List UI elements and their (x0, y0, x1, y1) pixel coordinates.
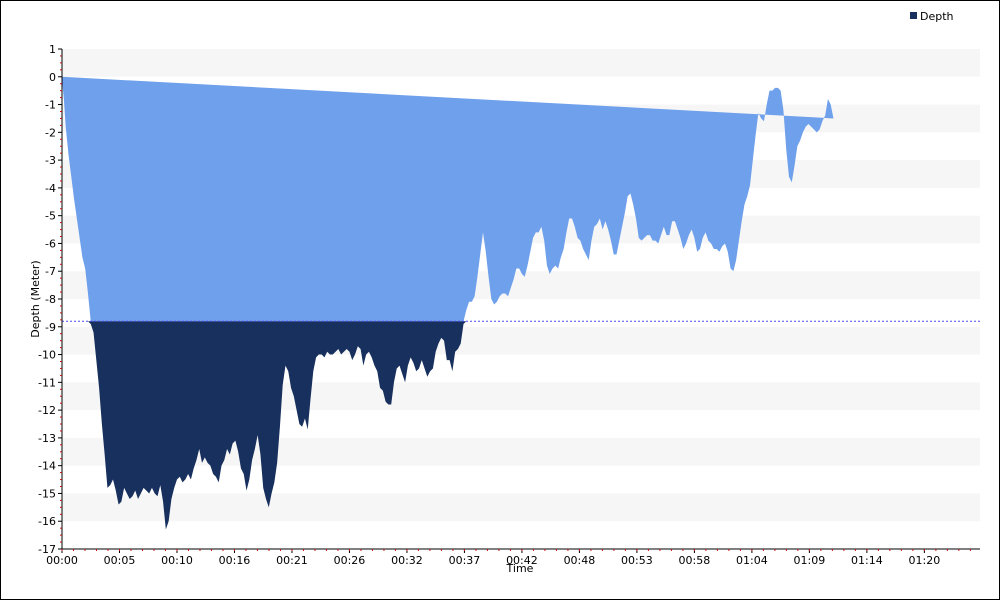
legend-swatch (910, 12, 917, 19)
y-tick-label: -15 (38, 487, 56, 500)
y-tick-label: -7 (45, 265, 56, 278)
y-tick-label: -12 (38, 404, 56, 417)
x-tick-label: 01:04 (736, 554, 768, 567)
grid-band (62, 493, 980, 522)
x-tick-label: 00:00 (46, 554, 78, 567)
y-tick-label: 1 (49, 43, 56, 56)
chart-frame: 1 0 -1 -2 -3 -4 -5 -6 -7 -8 -9 -10 -11 -12 -13 -14 -15 -1… (0, 0, 1000, 600)
y-tick-label: -10 (38, 349, 56, 362)
x-tick-label: 00:37 (449, 554, 481, 567)
x-tick-label: 00:48 (564, 554, 596, 567)
x-axis-title: Time (506, 562, 534, 575)
y-tick-label: -5 (45, 210, 56, 223)
x-tick-label: 00:05 (104, 554, 136, 567)
y-tick-label: -9 (45, 321, 56, 334)
x-tick-label: 00:10 (161, 554, 193, 567)
x-tick-label: 00:53 (621, 554, 653, 567)
y-tick-label: -3 (45, 154, 56, 167)
y-tick-label: -2 (45, 126, 56, 139)
y-tick-label: -1 (45, 99, 56, 112)
y-tick-label: -14 (38, 460, 56, 473)
legend: Depth (910, 10, 954, 23)
y-tick-label: 0 (49, 71, 56, 84)
y-tick-label: -6 (45, 237, 56, 250)
x-tick-label: 00:21 (276, 554, 308, 567)
x-tick-label: 00:32 (391, 554, 423, 567)
y-tick-label: -4 (45, 182, 56, 195)
y-tick-label: -16 (38, 515, 56, 528)
legend-label: Depth (920, 10, 954, 23)
x-tick-label: 01:14 (851, 554, 883, 567)
y-axis-title: Depth (Meter) (29, 260, 42, 337)
depth-chart: 1 0 -1 -2 -3 -4 -5 -6 -7 -8 -9 -10 -11 -12 -13 -14 -15 -1… (29, 10, 980, 575)
grid-band (62, 49, 980, 77)
x-tick-label: 00:16 (219, 554, 251, 567)
y-tick-label: -8 (45, 293, 56, 306)
x-tick-label: 00:58 (679, 554, 711, 567)
x-tick-label: 01:20 (909, 554, 941, 567)
y-tick-label: -13 (38, 432, 56, 445)
x-tick-label: 01:09 (794, 554, 826, 567)
y-tick-label: -11 (38, 376, 56, 389)
x-tick-label: 00:26 (334, 554, 366, 567)
